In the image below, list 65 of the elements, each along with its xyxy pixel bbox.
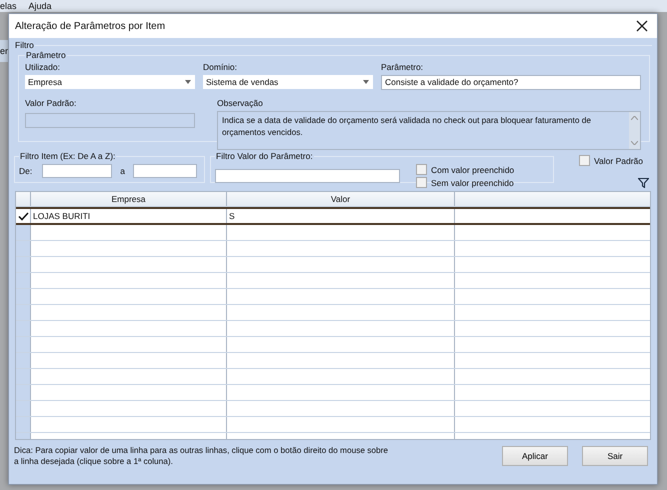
row-header[interactable] <box>16 273 31 288</box>
table-cell: S <box>227 209 455 223</box>
empty-row[interactable] <box>16 273 650 289</box>
row-header[interactable] <box>16 289 31 304</box>
group-label: Filtro Item (Ex: De A a Z): <box>19 151 116 161</box>
empty-row[interactable] <box>16 241 650 257</box>
checkmark-icon <box>18 212 28 220</box>
action-button[interactable]: Aplicar <box>502 446 568 466</box>
table-row[interactable]: LOJAS BURITI S <box>16 207 650 225</box>
input-field[interactable] <box>215 169 400 183</box>
empty-row[interactable] <box>16 305 650 321</box>
hint-text: Dica: Para copiar valor de uma linha para as outras linhas, clique com o botão direito do mouse sobre a linha desejada (clique sobre a 1ª coluna). <box>14 445 390 467</box>
row-header[interactable] <box>16 257 31 272</box>
group-label: Filtro Valor do Parâmetro: <box>215 151 314 161</box>
caret-icon <box>363 80 369 84</box>
caret-icon <box>185 80 191 84</box>
text-area[interactable]: Indica se a data de validade do orçamento será validada no check out para bloquear faturamento de orçamentos vencidos. <box>217 111 641 150</box>
input-field[interactable] <box>132 164 197 178</box>
column-header[interactable]: Empresa <box>31 192 227 206</box>
menu-item[interactable]: Ajuda <box>28 0 52 12</box>
empty-row[interactable] <box>16 369 650 385</box>
empty-row[interactable] <box>16 225 650 241</box>
field-label: Valor Padrão: <box>25 98 78 108</box>
empty-row[interactable] <box>16 401 650 417</box>
close-icon <box>636 20 648 32</box>
row-header[interactable] <box>16 401 31 416</box>
row-header[interactable] <box>16 417 31 432</box>
row-header[interactable] <box>16 385 31 400</box>
filter-icon[interactable] <box>638 178 649 188</box>
window-title: Alteração de Parâmetros por Item <box>15 20 166 32</box>
text-field[interactable]: Consiste a validade do orçamento? <box>381 75 641 90</box>
field-label: De: <box>19 166 32 176</box>
input-field[interactable] <box>42 164 112 178</box>
row-header[interactable] <box>16 225 31 240</box>
dropdown[interactable]: Sistema de vendas <box>203 75 373 89</box>
empty-row[interactable] <box>16 385 650 401</box>
empty-row[interactable] <box>16 337 650 353</box>
column-header[interactable]: Valor <box>227 192 455 206</box>
row-header[interactable] <box>16 353 31 368</box>
table-cell: LOJAS BURITI <box>31 209 227 223</box>
background-text: er <box>0 46 8 56</box>
menu-item[interactable]: elas <box>0 0 17 12</box>
checkbox-option[interactable]: Sem valor preenchido <box>416 177 514 188</box>
field-label: Domínio: <box>203 62 238 72</box>
action-button[interactable]: Sair <box>582 446 648 466</box>
dropdown[interactable]: Empresa <box>25 75 195 89</box>
scrollbar[interactable] <box>629 112 640 149</box>
empty-row[interactable] <box>16 321 650 337</box>
row-header[interactable] <box>16 305 31 320</box>
field-label: a <box>120 166 125 176</box>
row-header[interactable] <box>16 369 31 384</box>
group-label: Filtro <box>14 40 35 50</box>
empty-row[interactable] <box>16 289 650 305</box>
empty-row[interactable] <box>16 353 650 369</box>
checkbox-option[interactable]: Com valor preenchido <box>416 164 514 175</box>
group-label: Parâmetro <box>25 50 67 60</box>
row-header[interactable] <box>16 241 31 256</box>
checkbox-option[interactable]: Valor Padrão <box>579 155 643 166</box>
empty-row[interactable] <box>16 417 650 433</box>
field-label: Parâmetro: <box>381 62 424 72</box>
empty-row[interactable] <box>16 257 650 273</box>
row-header[interactable] <box>16 337 31 352</box>
field-label: Observação <box>217 98 264 108</box>
field-label: Utilizado: <box>25 62 61 72</box>
row-header[interactable] <box>16 321 31 336</box>
